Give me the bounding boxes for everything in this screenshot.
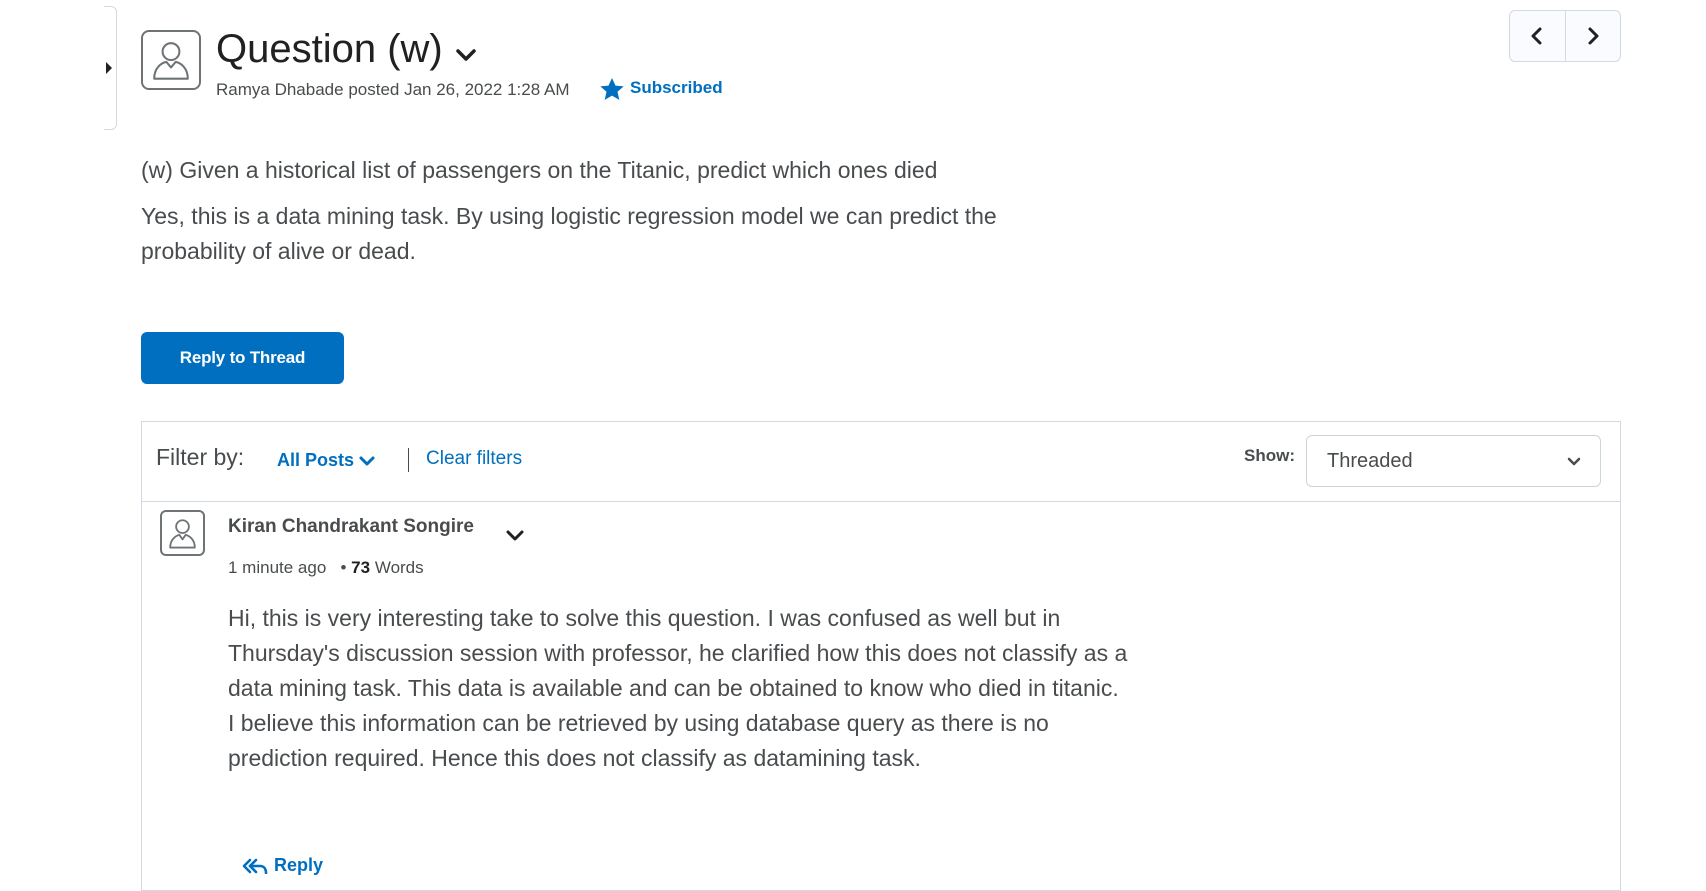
topic-posted-date: posted Jan 26, 2022 1:28 AM: [348, 80, 570, 99]
user-avatar-icon: [153, 42, 189, 80]
next-topic-button[interactable]: [1564, 11, 1621, 61]
user-avatar-icon: [169, 519, 196, 549]
chevron-down-icon: [1567, 457, 1581, 466]
topic-meta: Ramya Dhabade posted Jan 26, 2022 1:28 A…: [216, 80, 569, 100]
show-label: Show:: [1244, 446, 1295, 465]
topic-author-avatar: [141, 30, 201, 90]
show-view-select[interactable]: Threaded: [1306, 435, 1601, 487]
all-posts-filter[interactable]: All Posts: [277, 450, 354, 471]
filter-separator: [408, 448, 409, 472]
chevron-down-icon[interactable]: [358, 455, 376, 467]
topic-author: Ramya Dhabade: [216, 80, 344, 99]
reply-to-thread-button[interactable]: Reply to Thread: [141, 332, 344, 384]
topic-answer-text: Yes, this is a data mining task. By usin…: [141, 203, 997, 264]
panel-divider: [142, 501, 1620, 502]
chevron-left-icon: [1531, 27, 1542, 45]
subscribed-link[interactable]: Subscribed: [630, 78, 723, 98]
star-icon[interactable]: [599, 77, 625, 101]
clear-filters-link[interactable]: Clear filters: [426, 448, 522, 470]
bullet-separator: •: [331, 558, 347, 577]
caret-right-icon: [106, 62, 112, 74]
filter-by-label: Filter by:: [156, 444, 245, 470]
reply-meta: 1 minute ago • 73 Words: [228, 558, 424, 578]
reply-word-count: 73: [351, 558, 371, 577]
page-title: Question (w): [216, 27, 443, 71]
reply-label: Reply: [274, 855, 324, 875]
reply-author-name: Kiran Chandrakant Songire: [228, 516, 474, 537]
chevron-down-icon[interactable]: [505, 529, 525, 542]
reply-words-label: Words: [374, 558, 424, 577]
reply-author-avatar: [160, 510, 205, 556]
chevron-right-icon: [1588, 27, 1599, 45]
side-panel-toggle[interactable]: [104, 6, 117, 130]
chevron-down-icon[interactable]: [455, 48, 477, 62]
topic-navigation: [1509, 10, 1621, 62]
previous-topic-button[interactable]: [1510, 11, 1565, 61]
reply-all-icon: [242, 858, 268, 874]
show-view-value: Threaded: [1327, 449, 1413, 472]
reply-body-text: Hi, this is very interesting take to sol…: [228, 605, 1128, 771]
reply-time: 1 minute ago: [228, 558, 327, 577]
topic-question-text: (w) Given a historical list of passenger…: [141, 157, 938, 183]
reply-button[interactable]: Reply: [242, 855, 323, 876]
